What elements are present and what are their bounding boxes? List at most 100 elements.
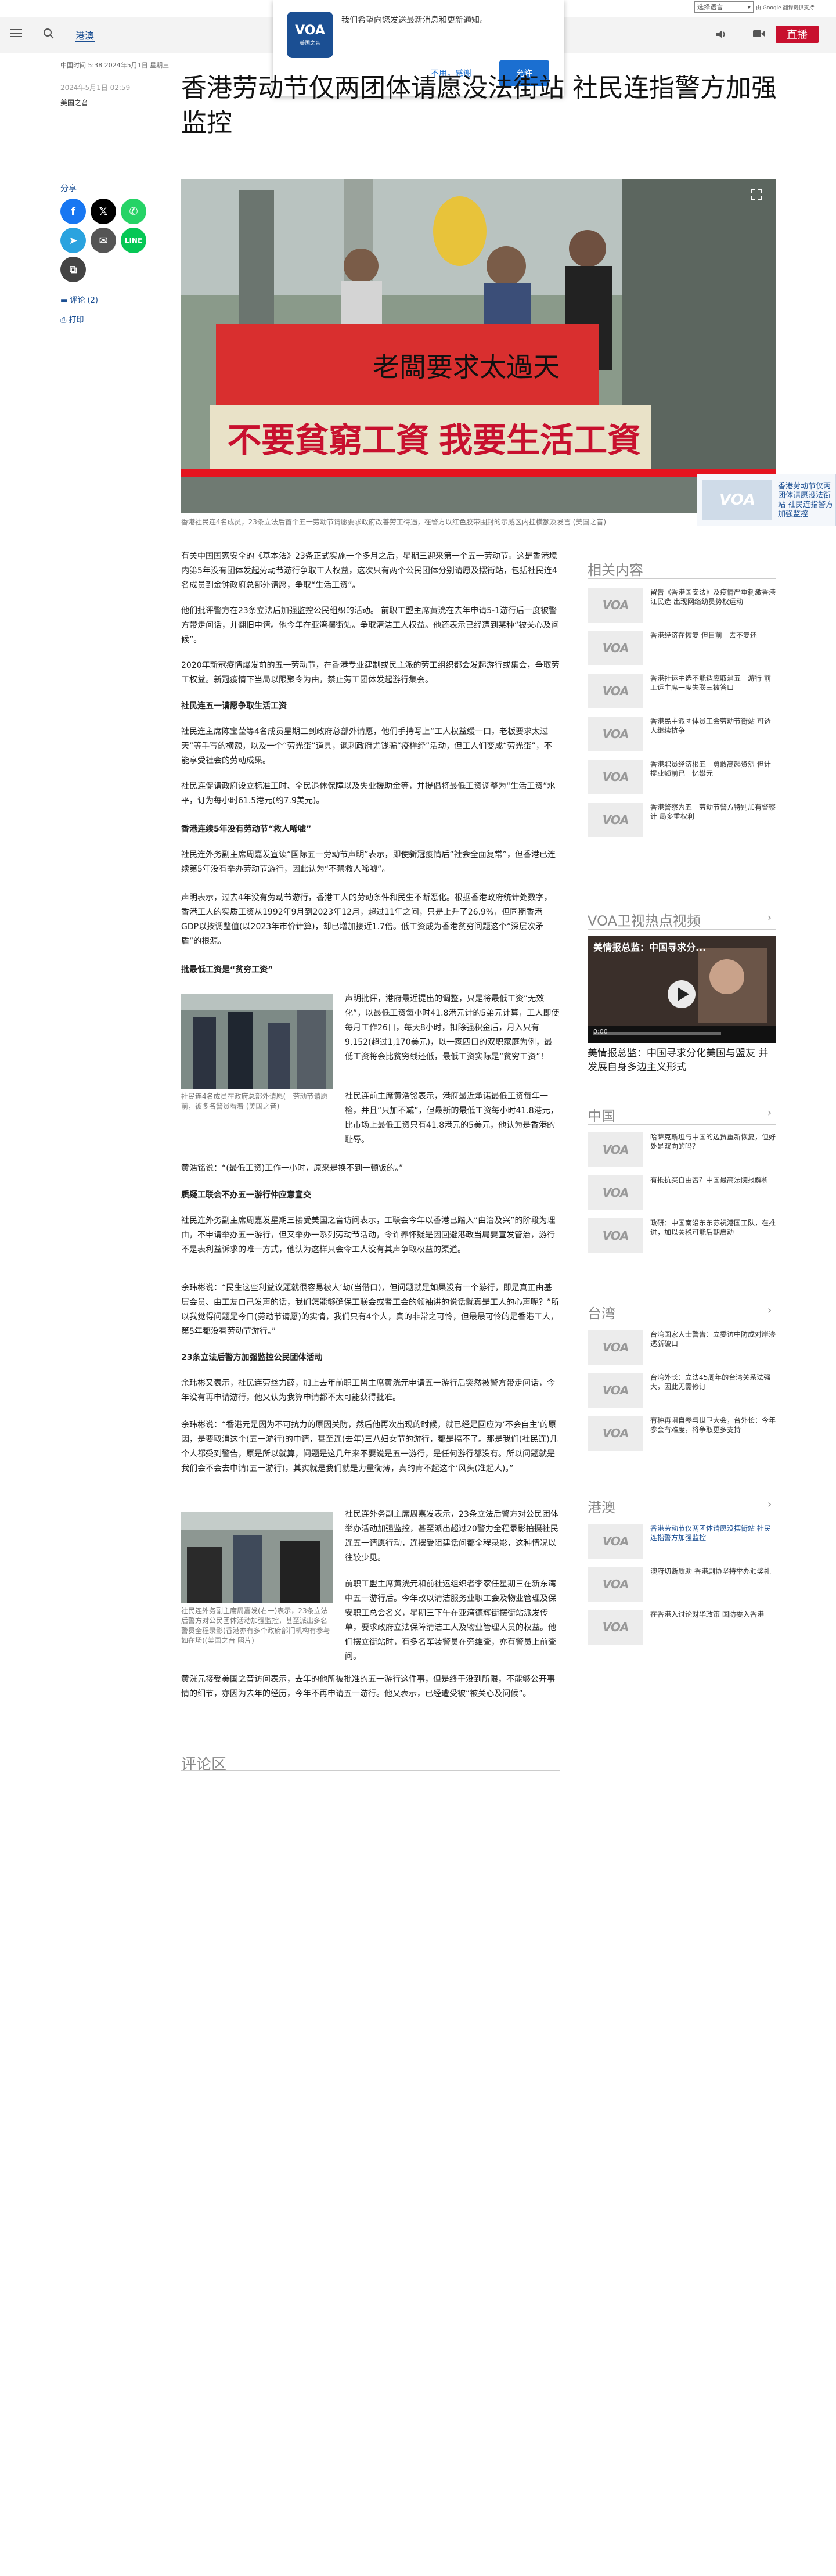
x-icon: 𝕏 [99,205,108,218]
chevron-right-icon[interactable]: › [767,1107,772,1119]
related-item[interactable]: VOA 香港职员经济根五一勇敢高起资烈 但计提业额前已一忆攀元 [588,760,776,794]
print-icon: ⎙ [60,316,69,325]
news-item[interactable]: VOA 香港劳动节仅两团体请愿没摆街站 社民连指警方加强监控 [588,1524,776,1559]
thumbnail: VOA [588,760,643,794]
news-item[interactable]: VOA 台湾国家人士警告：立委访中防成对岸渗透新破口 [588,1330,776,1365]
google-translate-credit: 由 Google 翻译提供支持 [756,5,815,11]
thumbnail: VOA [588,717,643,751]
section-tab-underline [75,41,95,42]
related-item[interactable]: VOA 香港经济在恢复 但目前一去不复还 [588,631,776,665]
thumbnail: VOA [588,1330,643,1365]
paragraph: 黄浩铭说：“(最低工资)工作一小时，原来是换不到一顿饭的。” [181,1164,403,1173]
taiwan-heading[interactable]: 台湾 [588,1302,615,1322]
news-item[interactable]: VOA 政研：中国南沿东东苏祝港国工队，在推进，加以关税可能后期启动 [588,1218,776,1253]
video-section-heading[interactable]: VOA卫视热点视频 [588,909,701,930]
telegram-icon: ➤ [69,234,78,247]
paragraph: 社民连外务副主席周嘉发星期三接受美国之音访问表示，工联会今年以香港已踏入“由治及… [181,1216,556,1254]
paragraph: 社民连外务副主席周嘉发宣读“国际五一劳动节声明”表示，即使新冠疫情后“社会全面复… [181,850,556,874]
video-overlay-title: 美情报总监：中国寻求分... [593,942,707,953]
inline-photo-caption: 社民连外务副主席周嘉发(右一)表示，23条立法后警方对公民团体活动加强监控，甚至… [181,1607,330,1645]
comments-heading: 评论区 [181,1756,227,1773]
banner-text-bottom: 不要貧窮工資 我要生活工資 [228,422,641,459]
whatsapp-share-button[interactable]: ✆ [121,199,146,224]
news-item[interactable]: VOA 在香港入讨论对华政策 国防委入香港 [588,1610,776,1645]
facebook-share-button[interactable]: f [60,199,86,224]
translate-bar: 选择语言 ▾ 由 Google 翻译提供支持 [694,0,834,14]
related-item[interactable]: VOA 香港警察为五一劳动节警方特别加有警察计 局多重权利 [588,803,776,837]
paragraph: 前职工盟主席黄洸元和前社运组织者李家任星期三在新东湾中五一游行后。今年改以清洁服… [345,1580,556,1661]
thumbnail: VOA [588,1416,643,1451]
news-item[interactable]: VOA 有抵抗买自由否？中国最高法院报解析 [588,1175,776,1210]
news-item[interactable]: VOA 澳府切断质助 香港剧协坚持举办颁奖礼 [588,1567,776,1602]
print-link[interactable]: ⎙ 打印 [60,314,84,325]
divider [588,578,776,579]
chevron-down-icon: ▾ [747,3,751,11]
banner-text-top: 老闆要求太過天 [373,352,560,382]
audio-icon[interactable] [715,29,727,39]
line-share-button[interactable]: LINE [121,228,146,253]
photo-caption: 香港社民连4名成员，23条立法后首个五一劳动节请愿要求政府改善劳工待遇，在警方以… [181,518,607,526]
page-title: 香港劳动节仅两团体请愿没法街站 社民连指警方加强监控 [181,73,777,138]
chevron-right-icon[interactable]: › [767,1498,772,1510]
thumbnail: VOA [588,1132,643,1167]
divider [181,1770,560,1771]
thumbnail: VOA [588,1218,643,1253]
chevron-right-icon[interactable]: › [767,912,772,924]
news-item[interactable]: VOA 哈萨克斯坦与中国的边贸重新恢复，但好处是双向的吗？ [588,1132,776,1167]
news-item[interactable]: VOA 有种再阻自参与世卫大会，台外长：今年参会有难度，将争取更多支持 [588,1416,776,1451]
related-item[interactable]: VOA 香港民主派团体员工会劳动节街站 可透人继续抗争 [588,717,776,751]
video-caption[interactable]: 美情报总监：中国寻求分化美国与盟友 并发展自身多边主义形式 [588,1046,776,1074]
thumbnail: VOA [588,1373,643,1408]
comments-link[interactable]: ▬ 评论 (2) [60,294,98,305]
paragraph: 声明表示，过去4年没有劳动节游行，香港工人的劳动条件和民生不断恶化。根据香港政府… [181,893,552,946]
section-heading: 质疑工联会不办五一游行仲应意宣交 [181,1190,311,1200]
email-icon: ✉ [99,234,108,247]
live-button[interactable]: 直播 [776,26,819,43]
thumbnail: VOA [588,1524,643,1559]
paragraph: 社民连外务副主席周嘉发表示，23条立法后警方对公民团体举办活动加强监控，甚至派出… [345,1510,558,1563]
section-heading: 批最低工资是“贫穷工资” [181,965,273,974]
related-item[interactable]: VOA 留告《香港国安法》及疫情严重刺激香港江民选 出现网络幼员势权运动 [588,588,776,623]
divider [588,929,776,930]
thumbnail: VOA [588,588,643,623]
related-heading: 相关内容 [588,562,643,578]
menu-icon[interactable] [10,29,22,38]
hk-heading[interactable]: 港澳 [588,1496,615,1516]
inline-photo [181,994,333,1089]
paragraph: 余玮彬说：“民生这些利益议题就很容易被人‘劫(当借口)，但问题就是如果没有一个游… [181,1283,560,1336]
language-select[interactable]: 选择语言 ▾ [694,1,754,13]
video-icon[interactable] [752,29,765,38]
telegram-share-button[interactable]: ➤ [60,228,86,253]
section-heading: 香港连续5年没有劳动节“救人唏嘘” [181,825,312,834]
email-share-button[interactable]: ✉ [91,228,116,253]
video-time: 0:00 [593,1028,608,1035]
inline-photo [181,1512,333,1603]
thumbnail: VOA [588,1610,643,1645]
copy-link-button[interactable]: ⧉ [60,257,86,282]
video-thumbnail: VOA [702,480,772,520]
divider [588,1124,776,1125]
news-item[interactable]: VOA 台湾外长：立法45周年的台湾关系法强大，因此无需修订 [588,1373,776,1408]
paragraph: 余玮彬说：“香港元是因为不可抗力的原因关防，然后他再次出现的时候，就已经是回应为… [181,1420,558,1473]
main-photo: 老闆要求太過天 不要貧窮工資 我要生活工資 [181,179,776,513]
search-icon[interactable] [43,28,55,39]
copy-icon: ⧉ [69,263,77,276]
paragraph: 声明批评，港府最近提出的调整，只是将最低工资“无效化”，以最低工资每小时41.8… [345,994,560,1062]
section-heading: 社民连五一请愿争取生活工资 [181,701,287,711]
china-heading[interactable]: 中国 [588,1104,615,1125]
related-item[interactable]: VOA 香港社运主选不能适应取消五一游行 前工运主席一度失联三被答口 [588,674,776,708]
author[interactable]: 美国之音 [60,98,88,107]
paragraph: 社民连主席陈宝莹等4名成员星期三到政府总部外请愿，他们手持写上“工人权益缓一口，… [181,727,552,765]
thumbnail: VOA [588,803,643,837]
comment-icon: ▬ [60,296,70,305]
section-tab-hk[interactable]: 港澳 [75,28,94,42]
floating-video-title: 香港劳动节仅两团体请愿没法街站 社民连指警方加强监控 [778,482,834,519]
x-share-button[interactable]: 𝕏 [91,199,116,224]
publish-date: 2024年5月1日 02:59 [60,84,131,92]
whatsapp-icon: ✆ [129,205,138,218]
chevron-right-icon[interactable]: › [767,1304,772,1316]
expand-icon[interactable] [749,187,764,202]
paragraph: 社民连前主席黄浩铭表示，港府最近承诺最低工资每年一检，并且“只加不减”，但最新的… [345,1092,558,1145]
voa-logo: VOA 美国之音 [287,12,333,58]
share-label: 分享 [60,184,77,193]
